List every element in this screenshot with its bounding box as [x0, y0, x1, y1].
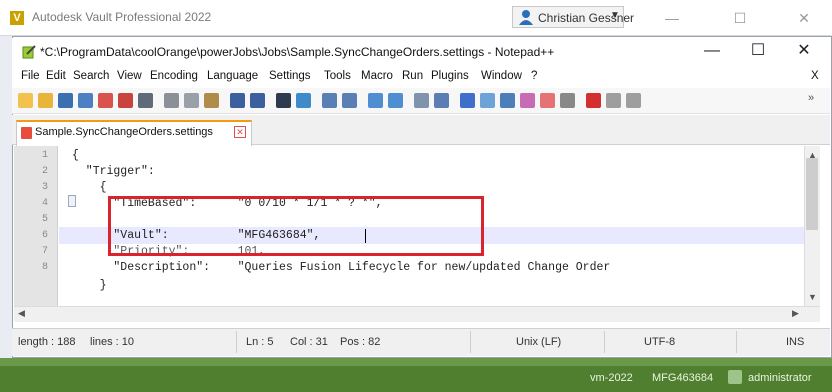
vault-name: MFG463684 [652, 372, 714, 384]
status-length: length : 188 [18, 336, 76, 348]
notepadpp-maximize-button[interactable]: ☐ [736, 38, 780, 64]
code-line: "Description": "Queries Fusion Lifecycle… [72, 261, 611, 274]
undo-icon[interactable] [230, 93, 245, 108]
sync-horizontal-icon[interactable] [388, 93, 403, 108]
function-list-icon[interactable] [520, 93, 535, 108]
status-column: Col : 31 [290, 336, 328, 348]
vault-maximize-button[interactable]: ☐ [718, 6, 762, 30]
status-insert-mode: INS [786, 336, 805, 348]
menu-run[interactable]: Run [402, 70, 423, 82]
open-file-icon[interactable] [38, 93, 53, 108]
status-position: Pos : 82 [340, 336, 381, 348]
chevron-down-icon[interactable]: ▼ [610, 10, 620, 21]
show-all-characters-icon[interactable] [434, 93, 449, 108]
notepadpp-close-button[interactable]: ✕ [782, 38, 826, 64]
line-number: 5 [41, 214, 48, 225]
notepadpp-minimize-button[interactable]: — [690, 38, 734, 64]
save-icon[interactable] [58, 93, 73, 108]
menu-encoding[interactable]: Encoding [150, 70, 198, 82]
user-icon [728, 370, 742, 384]
code-line: "Trigger": [72, 165, 155, 178]
notepadpp-window-title: *C:\ProgramData\coolOrange\powerJobs\Job… [40, 45, 555, 59]
record-macro-icon[interactable] [586, 93, 601, 108]
print-icon[interactable] [138, 93, 153, 108]
line-number: 3 [41, 182, 48, 193]
vault-user: administrator [748, 372, 812, 384]
replace-icon[interactable] [296, 93, 311, 108]
highlight-annotation-box [108, 196, 484, 256]
zoom-out-icon[interactable] [342, 93, 357, 108]
file-tab-icon [21, 127, 32, 139]
menu-tools[interactable]: Tools [324, 70, 351, 82]
menu-edit[interactable]: Edit [46, 70, 66, 82]
horizontal-scrollbar[interactable] [14, 306, 820, 322]
menu-macro[interactable]: Macro [361, 70, 393, 82]
user-icon [519, 10, 533, 25]
sync-vertical-icon[interactable] [368, 93, 383, 108]
menu-language[interactable]: Language [207, 70, 258, 82]
menu-view[interactable]: View [117, 70, 142, 82]
find-icon[interactable] [276, 93, 291, 108]
stop-macro-icon[interactable] [606, 93, 621, 108]
menu-window[interactable]: Window [481, 70, 522, 82]
close-document-button[interactable]: X [811, 70, 819, 82]
menu-plugins[interactable]: Plugins [431, 70, 469, 82]
menu-search[interactable]: Search [73, 70, 109, 82]
line-number: 8 [41, 262, 48, 273]
copy-icon[interactable] [184, 93, 199, 108]
play-macro-icon[interactable] [626, 93, 641, 108]
status-line-number: Ln : 5 [246, 336, 274, 348]
word-wrap-icon[interactable] [414, 93, 429, 108]
menu-file[interactable]: File [21, 70, 40, 82]
line-number: 1 [41, 150, 48, 161]
code-line: { [72, 181, 107, 194]
close-file-icon[interactable] [98, 93, 113, 108]
redo-icon[interactable] [250, 93, 265, 108]
vault-server: vm-2022 [590, 372, 633, 384]
menu-help[interactable]: ? [531, 70, 537, 82]
status-separator [604, 331, 605, 353]
vault-minimize-button[interactable]: — [650, 6, 694, 30]
vault-close-button[interactable]: ✕ [782, 6, 826, 30]
status-encoding: UTF-8 [644, 336, 676, 348]
vault-window-title: Autodesk Vault Professional 2022 [32, 10, 212, 24]
vault-logo-icon: V [10, 11, 24, 25]
user-language-icon[interactable] [480, 93, 495, 108]
scroll-right-icon[interactable]: ▶ [792, 308, 799, 319]
scroll-down-icon[interactable]: ▼ [808, 292, 817, 302]
doc-map-icon[interactable] [500, 93, 515, 108]
line-number: 2 [41, 166, 48, 177]
tab-close-icon[interactable]: ✕ [234, 126, 246, 138]
status-eol: Unix (LF) [516, 336, 562, 348]
vertical-scrollbar-thumb[interactable] [806, 158, 818, 230]
zoom-in-icon[interactable] [322, 93, 337, 108]
toolbar-overflow-icon[interactable]: » [808, 92, 814, 104]
menu-settings[interactable]: Settings [269, 70, 311, 82]
status-separator [236, 331, 237, 353]
status-separator [736, 331, 737, 353]
cut-icon[interactable] [164, 93, 179, 108]
vault-status-bar-top [0, 358, 832, 366]
close-all-icon[interactable] [118, 93, 133, 108]
folder-workspace-icon[interactable] [540, 93, 555, 108]
paste-icon[interactable] [204, 93, 219, 108]
monitoring-icon[interactable] [560, 93, 575, 108]
indent-guide-icon[interactable] [460, 93, 475, 108]
new-file-icon[interactable] [18, 93, 33, 108]
code-line: } [72, 279, 107, 292]
tab-label: Sample.SyncChangeOrders.settings [35, 126, 213, 138]
scroll-left-icon[interactable]: ◀ [18, 308, 25, 319]
code-line: { [72, 149, 79, 162]
scroll-up-icon[interactable]: ▲ [808, 150, 817, 160]
status-lines: lines : 10 [90, 336, 135, 348]
notepadpp-icon [22, 45, 36, 59]
status-bar [12, 328, 830, 356]
save-all-icon[interactable] [78, 93, 93, 108]
line-number: 7 [41, 246, 48, 257]
line-number: 6 [41, 230, 48, 241]
line-number: 4 [41, 198, 48, 209]
status-separator [470, 331, 471, 353]
